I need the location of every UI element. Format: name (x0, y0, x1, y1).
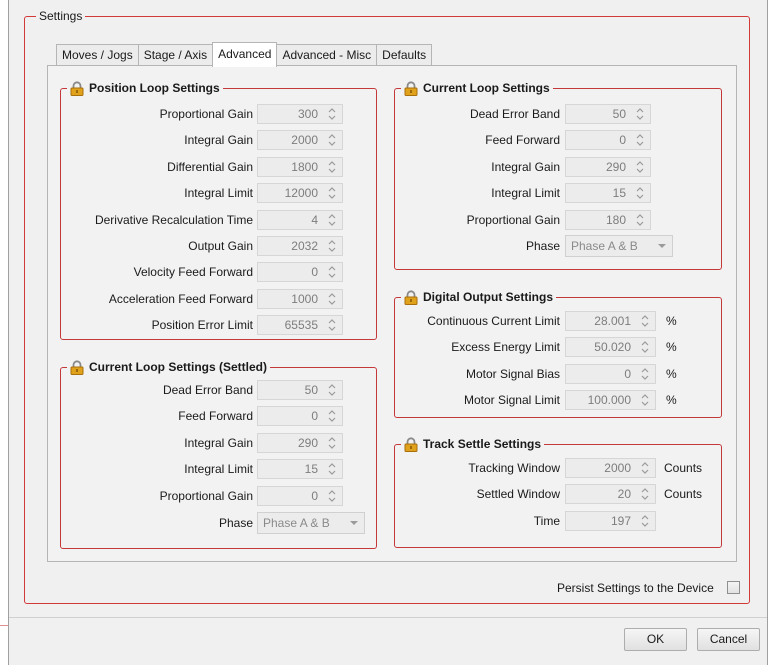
lock-icon (404, 289, 418, 305)
spinner-arrows-icon[interactable] (639, 366, 651, 382)
proportional-gain-label: Proportional Gain (466, 213, 560, 227)
integral-limit-label: Integral Limit (491, 186, 560, 200)
spinner-arrows-icon[interactable] (326, 408, 338, 424)
settings-title: Settings (36, 9, 86, 23)
digital-output-group-title: Digital Output Settings (401, 289, 556, 305)
current-loop-group-title: Current Loop Settings (401, 80, 553, 96)
track-settle-group-title: Track Settle Settings (401, 436, 545, 452)
spinner-value: 0 (311, 409, 318, 423)
motor-signal-bias-label: Motor Signal Bias (465, 367, 560, 381)
edge-mark (0, 625, 8, 626)
tab-moves-jogs[interactable]: Moves / Jogs (56, 44, 139, 67)
dead-error-band-label: Dead Error Band (469, 107, 560, 121)
continuous-current-limit-label: Continuous Current Limit (427, 314, 560, 328)
tracking-window-label: Tracking Window (468, 461, 560, 475)
ok-button[interactable]: OK (624, 628, 687, 651)
spinner-arrows-icon[interactable] (634, 132, 646, 148)
spinner-arrows-icon[interactable] (639, 513, 651, 529)
position-loop-group-title: Position Loop Settings (67, 80, 223, 96)
group-title-text: Current Loop Settings (423, 81, 550, 95)
lock-icon (70, 80, 84, 96)
motor-signal-bias-spinner[interactable]: 0 (565, 364, 656, 384)
phase-dropdown-value: Phase A & B (571, 239, 638, 253)
acceleration-feed-forward-spinner[interactable]: 1000 (257, 289, 343, 309)
chevron-down-icon (658, 244, 666, 248)
spinner-value: 100.000 (587, 393, 631, 407)
spinner-value: 15 (612, 186, 626, 200)
motor-signal-limit-spinner[interactable]: 100.000 (565, 390, 656, 410)
spinner-arrows-icon[interactable] (639, 339, 651, 355)
lock-icon (404, 436, 418, 452)
spinner-value: 180 (605, 213, 626, 227)
spinner-arrows-icon[interactable] (326, 264, 338, 280)
integral-gain-spinner[interactable]: 290 (565, 157, 651, 177)
spinner-value: 1000 (291, 292, 318, 306)
footer-divider (9, 617, 767, 618)
integral-gain-label: Integral Gain (491, 160, 560, 174)
spinner-value: 0 (619, 133, 626, 147)
unit-label: Counts (664, 461, 703, 475)
spinner-arrows-icon[interactable] (639, 460, 651, 476)
feed-forward-label: Feed Forward (485, 133, 560, 147)
persist-settings-label: Persist Settings to the Device (557, 581, 714, 595)
proportional-gain-spinner[interactable]: 180 (565, 210, 651, 230)
unit-label: % (666, 393, 677, 407)
unit-label: % (666, 314, 677, 328)
spinner-value: 0 (624, 367, 631, 381)
spinner-arrows-icon[interactable] (634, 185, 646, 201)
unit-label: Counts (664, 487, 703, 501)
settled-window-label: Settled Window (476, 487, 560, 501)
tab-stage-axis[interactable]: Stage / Axis (137, 44, 214, 67)
cancel-button[interactable]: Cancel (697, 628, 760, 651)
phase-dropdown[interactable]: Phase A & B (565, 235, 673, 257)
group-title-text: Digital Output Settings (423, 290, 553, 304)
integral-gain-label: Integral Gain (184, 436, 253, 450)
spinner-arrows-icon[interactable] (326, 291, 338, 307)
unit-label: % (666, 367, 677, 381)
tab-bar: Moves / Jogs Stage / Axis Advanced Advan… (56, 42, 433, 67)
spinner-arrows-icon[interactable] (634, 212, 646, 228)
acceleration-feed-forward-label: Acceleration Feed Forward (108, 292, 253, 306)
time-spinner[interactable]: 197 (565, 511, 656, 531)
lock-icon (404, 80, 418, 96)
continuous-current-limit-spinner[interactable]: 28.001 (565, 311, 656, 331)
spinner-value: 0 (311, 265, 318, 279)
integral-gain-spinner[interactable]: 290 (257, 433, 343, 453)
spinner-arrows-icon[interactable] (639, 313, 651, 329)
velocity-feed-forward-label: Velocity Feed Forward (133, 265, 253, 279)
group-title-text: Track Settle Settings (423, 437, 542, 451)
velocity-feed-forward-spinner[interactable]: 0 (257, 262, 343, 282)
group-title-text: Position Loop Settings (89, 81, 220, 95)
time-label: Time (533, 514, 560, 528)
tracking-window-spinner[interactable]: 2000 (565, 458, 656, 478)
spinner-arrows-icon[interactable] (639, 486, 651, 502)
spinner-arrows-icon[interactable] (326, 435, 338, 451)
dead-error-band-spinner[interactable]: 50 (565, 104, 651, 124)
spinner-value: 2000 (604, 461, 631, 475)
settled-window-spinner[interactable]: 20 (565, 484, 656, 504)
spinner-value: 290 (297, 436, 318, 450)
spinner-value: 28.001 (594, 314, 631, 328)
phase-label: Phase (525, 239, 560, 253)
unit-label: % (666, 340, 677, 354)
tab-advanced[interactable]: Advanced (212, 42, 278, 67)
spinner-arrows-icon[interactable] (634, 106, 646, 122)
excess-energy-limit-spinner[interactable]: 50.020 (565, 337, 656, 357)
persist-settings-checkbox[interactable] (727, 581, 740, 594)
spinner-arrows-icon[interactable] (634, 159, 646, 175)
excess-energy-limit-label: Excess Energy Limit (451, 340, 560, 354)
feed-forward-spinner[interactable]: 0 (565, 130, 651, 150)
integral-limit-spinner[interactable]: 15 (565, 183, 651, 203)
tab-advanced-misc[interactable]: Advanced - Misc (276, 44, 378, 67)
motor-signal-limit-label: Motor Signal Limit (463, 393, 560, 407)
tab-defaults[interactable]: Defaults (376, 44, 433, 67)
spinner-value: 50 (612, 107, 626, 121)
spinner-value: 20 (617, 487, 631, 501)
spinner-value: 50.020 (594, 340, 631, 354)
spinner-value: 290 (605, 160, 626, 174)
spinner-value: 197 (610, 514, 631, 528)
spinner-arrows-icon[interactable] (639, 392, 651, 408)
